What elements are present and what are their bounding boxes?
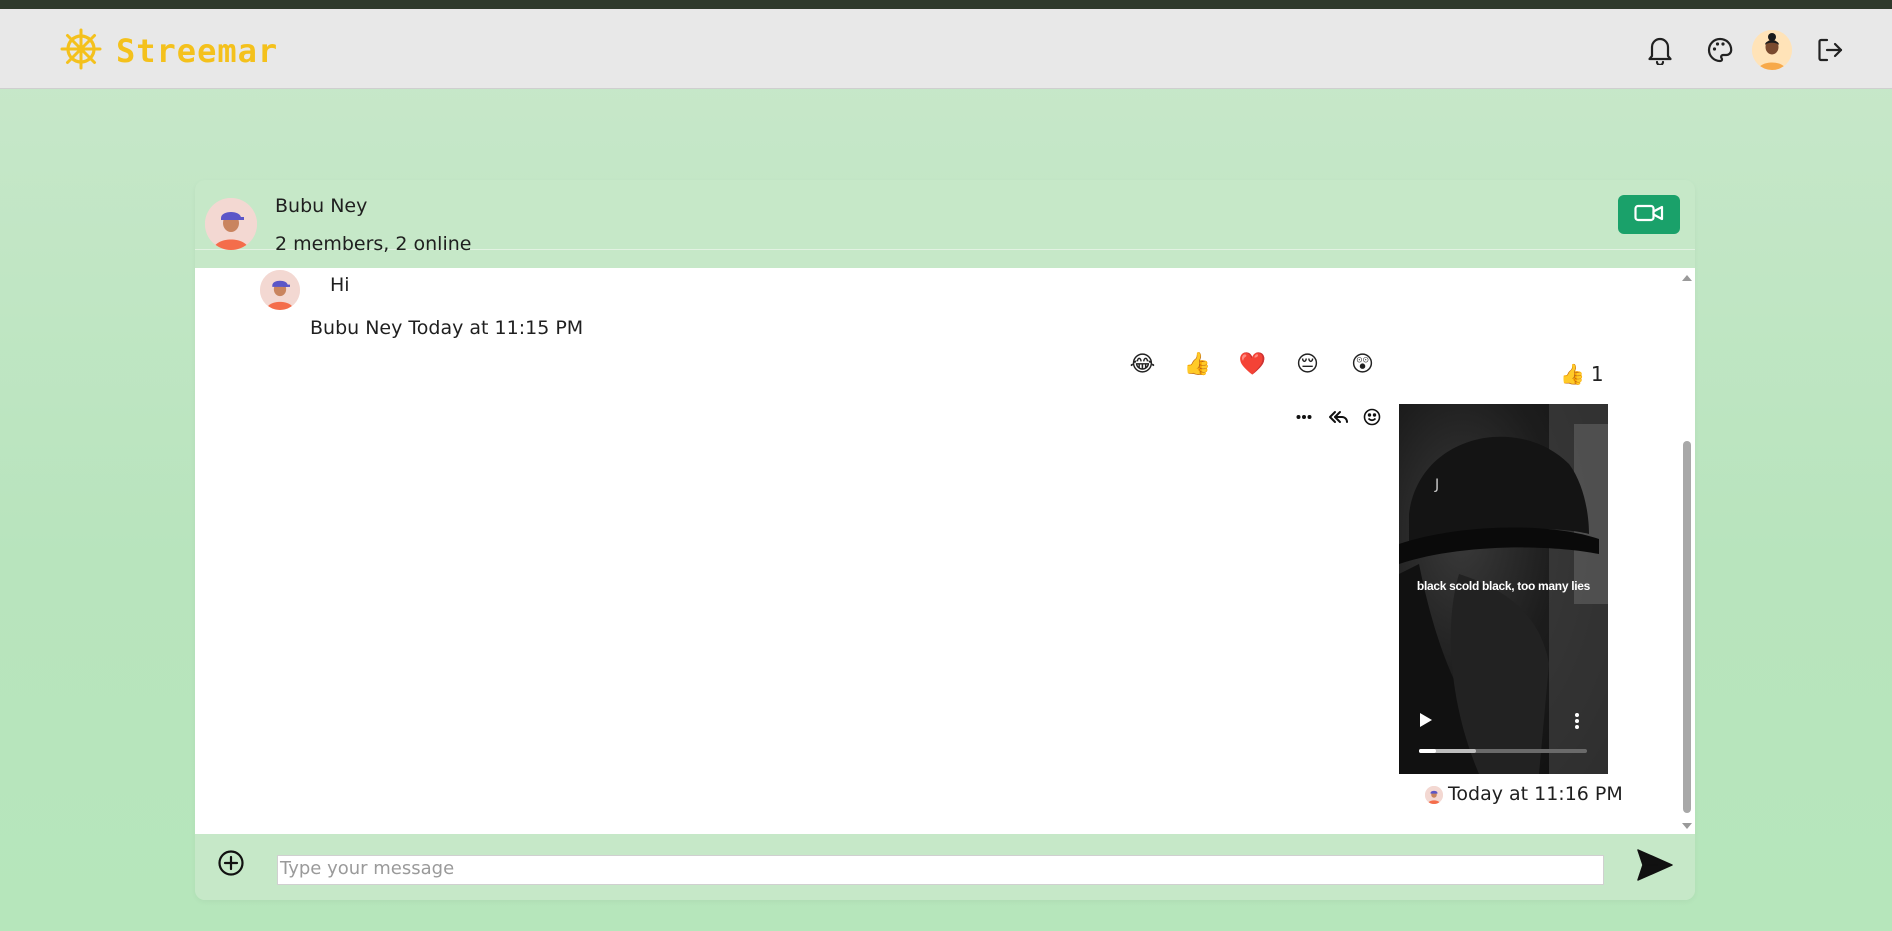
navbar: Streemar [0,9,1892,89]
send-button[interactable] [1635,847,1675,887]
video-progress-fill [1419,749,1436,753]
logout-icon[interactable] [1813,33,1847,67]
brand[interactable]: Streemar [60,28,278,74]
scroll-up-icon[interactable] [1682,275,1692,281]
video-camera-icon [1634,203,1664,227]
reaction-heart[interactable]: ❤️ [1225,350,1280,380]
chat-header: Bubu Ney 2 members, 2 online [195,180,1695,255]
more-icon[interactable] [1293,406,1315,428]
video-more-icon[interactable] [1574,712,1580,734]
message-input[interactable] [277,855,1604,885]
message-actions [1293,406,1383,428]
reply-icon[interactable] [1327,406,1349,428]
reaction-picker: 😂 👍 ❤️ 😔 😲 [1115,350,1390,380]
channel-name: Bubu Ney [275,195,368,217]
svg-text:J: J [1434,477,1439,493]
message-list[interactable]: Hi Bubu Ney Today at 11:15 PM 😂 👍 ❤️ 😔 😲… [195,268,1695,834]
video-call-button[interactable] [1618,195,1680,234]
message-time: Today at 11:16 PM [1448,783,1623,805]
video-controls [1399,704,1608,774]
plus-circle-icon [217,849,245,881]
add-attachment-button[interactable] [215,849,247,881]
smiley-icon[interactable] [1361,406,1383,428]
window-top-strip [0,0,1892,9]
reaction-summary-count: 1 [1590,362,1604,386]
palette-icon[interactable] [1703,33,1737,67]
reaction-summary-emoji: 👍 [1560,362,1585,386]
user-avatar[interactable] [1752,30,1792,70]
message-meta: Bubu Ney Today at 11:15 PM [310,317,584,339]
reaction-summary[interactable]: 👍 1 [1560,362,1604,386]
video-caption: black scold black, too many lies [1416,579,1591,593]
sender-avatar [260,270,300,310]
reaction-pensive[interactable]: 😔 [1280,350,1335,380]
reaction-laugh[interactable]: 😂 [1115,350,1170,380]
scroll-down-icon[interactable] [1682,823,1692,829]
message-composer [195,835,1695,900]
video-message[interactable]: J black scold black, too many lies [1399,404,1608,774]
sender-avatar-small [1425,786,1443,804]
message-text: Hi [330,274,350,296]
channel-status: 2 members, 2 online [275,233,472,255]
reaction-astonished[interactable]: 😲 [1335,350,1390,380]
channel-avatar [205,198,257,250]
dharma-wheel-icon [60,28,102,74]
video-progress-bar[interactable] [1419,749,1587,753]
play-icon[interactable] [1419,712,1433,732]
bell-icon[interactable] [1643,33,1677,67]
chat-panel: Bubu Ney 2 members, 2 online Hi Bubu Ney… [195,180,1695,900]
reaction-thumbs-up[interactable]: 👍 [1170,350,1225,380]
send-icon [1636,848,1674,886]
scroll-thumb[interactable] [1683,441,1691,813]
brand-title: Streemar [116,32,279,70]
message-scrollbar[interactable] [1679,268,1695,834]
